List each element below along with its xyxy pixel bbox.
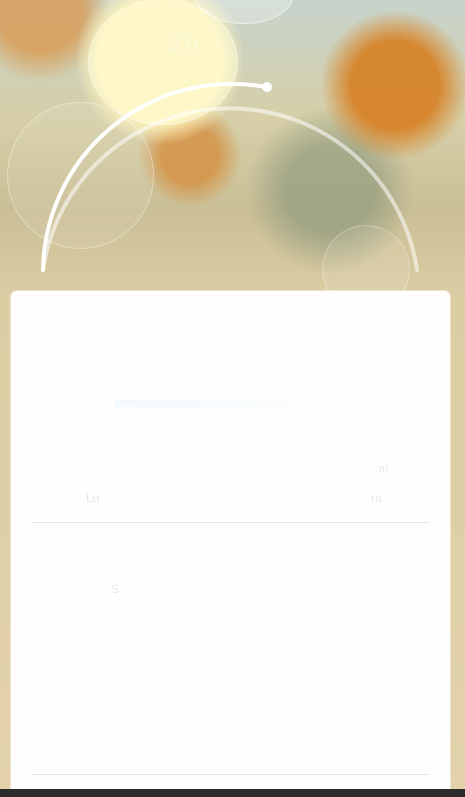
progress-arc <box>41 81 419 272</box>
system-nav-bar <box>0 789 465 797</box>
faded-label-right: ra <box>371 491 382 505</box>
progress-handle <box>262 82 272 92</box>
content-panel: Lo ra S m <box>11 291 450 797</box>
faded-label-left: Lo <box>86 491 100 505</box>
progress-arc-track <box>41 106 419 272</box>
divider <box>31 774 430 775</box>
faded-label-mini: m <box>379 463 389 475</box>
faded-label-middle: S <box>111 582 120 596</box>
progress-arc-fill <box>41 81 268 272</box>
divider <box>31 522 430 523</box>
faded-progress-bar <box>114 400 290 407</box>
app-screen: Zh Lo ra S m <box>0 0 465 797</box>
